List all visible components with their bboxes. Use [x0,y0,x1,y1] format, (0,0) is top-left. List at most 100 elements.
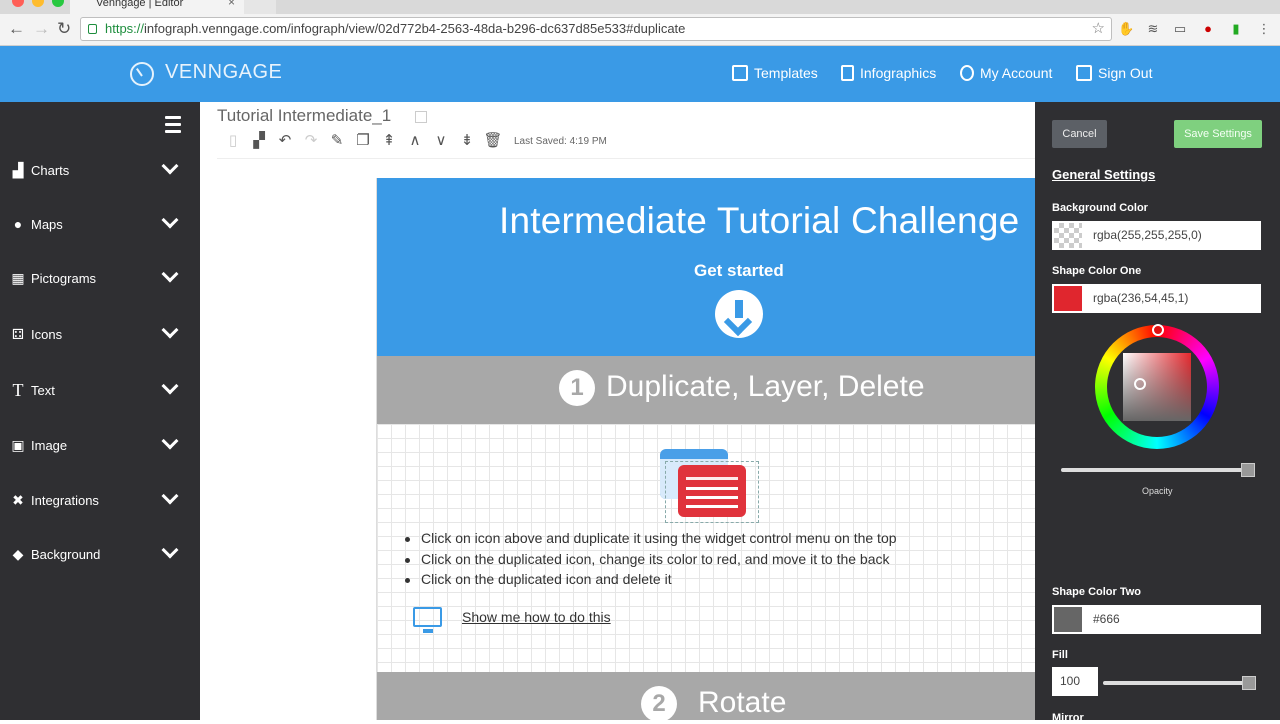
edit-icon[interactable]: ✎ [324,130,350,152]
section-1-grid[interactable]: Click on icon above and duplicate it usi… [377,424,1036,672]
chevron-down-icon [161,265,179,283]
monitor-icon[interactable] [413,607,442,633]
arrow-down-circle-icon[interactable] [715,290,763,338]
section-2-title[interactable]: Rotate [698,686,786,720]
shape-color-one-label: Shape Color One [1052,265,1142,277]
list-item[interactable]: Click on the duplicated icon, change its… [405,551,897,572]
shape-color-two-swatch[interactable] [1054,607,1082,632]
maximize-window-button[interactable] [52,0,64,7]
background-color-field[interactable]: rgba(255,255,255,0) [1052,221,1261,250]
lock-icon [88,24,97,34]
send-backward-icon[interactable]: ∨ [428,130,454,152]
close-tab-icon[interactable]: × [228,0,235,9]
edit-title-icon[interactable] [415,111,427,123]
section-1-title[interactable]: Duplicate, Layer, Delete [606,370,925,404]
recording-extension-icon[interactable]: ● [1200,21,1216,37]
toolbar-divider [217,158,1035,159]
sidebar-item-image[interactable]: ▣ Image [0,425,200,465]
list-item[interactable]: Click on the duplicated icon and delete … [405,571,897,592]
save-settings-button[interactable]: Save Settings [1174,120,1262,148]
browser-tab[interactable]: Venngage | Editor × [70,0,248,14]
shape-color-two-value[interactable]: #666 [1093,612,1120,626]
pictogram-icon: ▦ [11,270,25,286]
nav-my-account[interactable]: My Account [960,65,1052,81]
fill-input[interactable]: 100 [1052,667,1098,696]
infographic-canvas[interactable]: Intermediate Tutorial Challenge Get star… [376,178,1036,720]
delete-icon[interactable]: 🗑 [480,130,506,152]
opacity-slider-handle[interactable] [1241,463,1255,477]
sidebar-item-background[interactable]: ◆ Background [0,534,200,574]
chevron-down-icon [161,541,179,559]
green-extension-icon[interactable]: ▮ [1228,21,1244,37]
shape-color-one-value[interactable]: rgba(236,54,45,1) [1093,291,1188,305]
chart-icon: ▟ [12,162,24,178]
document-title[interactable]: Tutorial Intermediate_1 [217,106,391,126]
sidebar-item-pictograms[interactable]: ▦ Pictograms [0,258,200,298]
layers-extension-icon[interactable]: ≋ [1145,21,1161,37]
hero-subtitle[interactable]: Get started [694,261,784,281]
saturation-square[interactable] [1123,353,1191,421]
back-arrow-icon[interactable]: ← [8,19,25,39]
nav-templates[interactable]: Templates [732,65,818,81]
close-window-button[interactable] [12,0,24,7]
extension-icon[interactable]: ✋ [1118,21,1134,37]
diamond-icon: ◆ [12,546,24,562]
text-icon: T [12,380,24,400]
fill-slider[interactable] [1103,681,1251,685]
opacity-slider[interactable] [1061,468,1251,472]
hero-block[interactable]: Intermediate Tutorial Challenge Get star… [377,178,1036,356]
send-to-back-icon[interactable]: ⇟ [454,130,480,152]
color-wheel[interactable] [1095,324,1219,449]
instruction-list[interactable]: Click on icon above and duplicate it usi… [405,530,897,592]
new-tab-button[interactable] [244,0,276,14]
browser-tab-strip: Venngage | Editor × [0,0,1280,14]
cancel-button[interactable]: Cancel [1052,120,1107,148]
app-header: VENNGAGE Templates Infographics My Accou… [0,46,1280,102]
venngage-logo-text[interactable]: VENNGAGE [165,61,282,84]
forward-arrow-icon[interactable]: → [33,19,50,39]
editor-workspace: Tutorial Intermediate_1 ▯ ▞ ↶ ↷ ✎ ❐ ⇞ ∧ … [200,102,1036,720]
bring-forward-icon[interactable]: ∧ [402,130,428,152]
sidebar-item-maps[interactable]: ● Maps [0,204,200,244]
redo-icon[interactable]: ↷ [298,130,324,152]
sidebar-item-charts[interactable]: ▟ Charts [0,150,200,190]
reload-icon[interactable]: ↻ [57,19,71,39]
hue-handle[interactable] [1152,324,1164,336]
globe-icon: ● [13,216,23,232]
show-me-link[interactable]: Show me how to do this [462,609,611,625]
list-item[interactable]: Click on icon above and duplicate it usi… [405,530,897,551]
nav-sign-out[interactable]: Sign Out [1076,65,1152,81]
transparency-icon[interactable]: ▞ [246,130,272,152]
browser-menu-icon[interactable]: ⋮ [1256,21,1272,37]
saturation-handle[interactable] [1134,378,1146,390]
shape-color-two-field[interactable]: #666 [1052,605,1261,634]
selection-box [665,461,759,523]
background-color-value[interactable]: rgba(255,255,255,0) [1093,228,1202,242]
url-path: infograph.venngage.com/infograph/view/02… [144,21,686,36]
bring-to-front-icon[interactable]: ⇞ [376,130,402,152]
fill-slider-handle[interactable] [1242,676,1256,690]
background-color-swatch[interactable] [1054,223,1082,248]
sidebar-item-integrations[interactable]: ✖ Integrations [0,480,200,520]
hamburger-menu-icon[interactable] [165,116,181,137]
bookmark-star-icon[interactable]: ☆ [1092,18,1105,40]
chevron-down-icon [161,432,179,450]
duplicate-icon[interactable]: ❐ [350,130,376,152]
sidebar-item-icons[interactable]: ⚃ Icons [0,314,200,354]
address-bar[interactable]: https://infograph.venngage.com/infograph… [80,17,1112,41]
nav-infographics[interactable]: Infographics [841,65,936,81]
shape-color-one-swatch[interactable] [1054,286,1082,311]
widget-toolbar: ▯ ▞ ↶ ↷ ✎ ❐ ⇞ ∧ ∨ ⇟ 🗑 Last Saved: 4:19 P… [220,130,607,152]
section-2-header[interactable]: 2 Rotate [377,672,1036,720]
sidebar-item-text[interactable]: T Text [0,370,200,410]
mirror-label: Mirror [1052,712,1084,724]
cast-icon[interactable]: ▭ [1172,21,1188,37]
undo-icon[interactable]: ↶ [272,130,298,152]
hero-title[interactable]: Intermediate Tutorial Challenge [499,200,1019,242]
section-1-header[interactable]: 1 Duplicate, Layer, Delete [377,356,1036,424]
image-icon: ▣ [11,437,25,453]
url-scheme: https:// [105,21,145,36]
shape-color-one-field[interactable]: rgba(236,54,45,1) [1052,284,1261,313]
paste-icon[interactable]: ▯ [220,130,246,152]
minimize-window-button[interactable] [32,0,44,7]
